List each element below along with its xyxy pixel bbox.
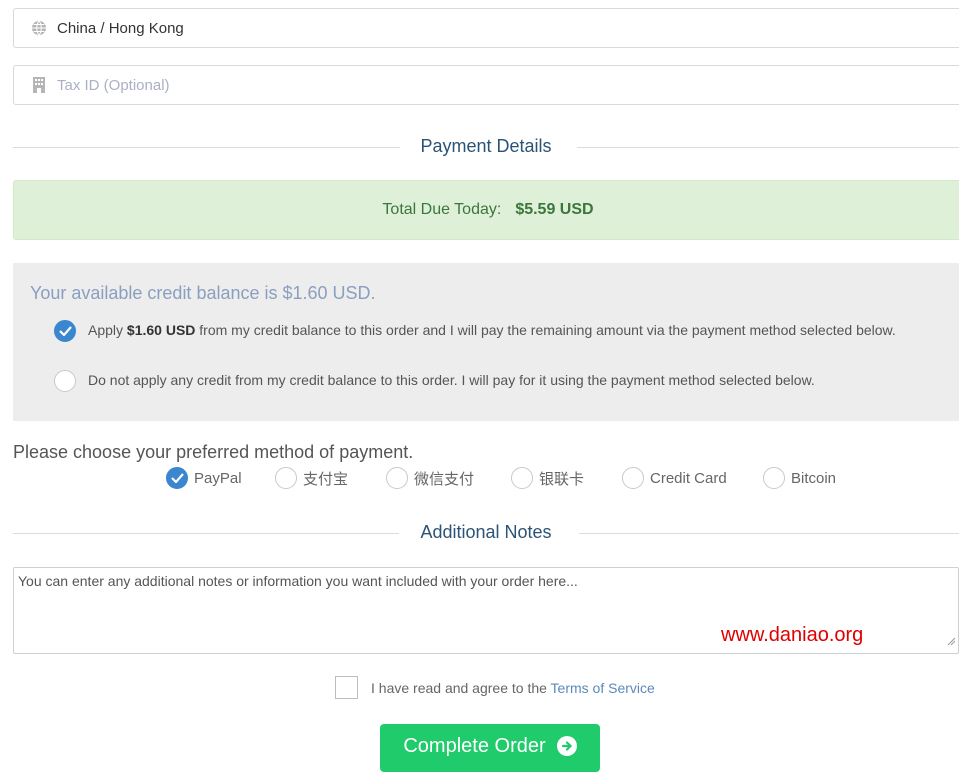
- unionpay-radio[interactable]: [511, 467, 533, 489]
- apply-credit-prefix: Apply: [88, 322, 127, 338]
- credit-balance-box: Your available credit balance is $1.60 U…: [13, 263, 959, 421]
- notes-placeholder: You can enter any additional notes or in…: [18, 573, 578, 589]
- credit-card-radio[interactable]: [622, 467, 644, 489]
- wechat-label: 微信支付: [414, 470, 475, 488]
- arrow-right-circle-icon: [556, 736, 577, 756]
- tos-prefix: I have read and agree to the: [371, 679, 551, 696]
- building-icon: [31, 77, 47, 93]
- payment-option-paypal[interactable]: PayPal: [166, 467, 242, 489]
- bitcoin-label: Bitcoin: [791, 469, 837, 487]
- unionpay-label: 银联卡: [539, 470, 585, 488]
- payment-details-title: Payment Details: [400, 136, 572, 156]
- paypal-radio[interactable]: [166, 467, 188, 489]
- resize-grip-icon[interactable]: [947, 633, 956, 651]
- no-credit-radio[interactable]: [54, 370, 76, 392]
- payment-details-divider: Payment Details: [13, 135, 959, 159]
- alipay-label: 支付宝: [303, 470, 349, 488]
- total-due-box: Total Due Today: $5.59 USD: [13, 180, 959, 240]
- complete-order-label: Complete Order: [403, 734, 546, 757]
- total-due-amount: $5.59 USD: [515, 201, 594, 218]
- apply-credit-label: Apply $1.60 USD from my credit balance t…: [53, 318, 923, 342]
- payment-method-label: Please choose your preferred method of p…: [13, 442, 414, 462]
- apply-credit-amount: $1.60 USD: [126, 322, 196, 338]
- credit-card-label: Credit Card: [650, 469, 727, 487]
- tos-label: I have read and agree to the Terms of Se…: [371, 680, 655, 696]
- tos-link[interactable]: Terms of Service: [551, 680, 655, 696]
- payment-option-alipay[interactable]: 支付宝: [275, 467, 348, 489]
- country-field[interactable]: China / Hong Kong: [13, 8, 959, 48]
- payment-option-credit-card[interactable]: Credit Card: [622, 467, 727, 489]
- tax-id-field[interactable]: Tax ID (Optional): [13, 65, 959, 105]
- country-value: China / Hong Kong: [57, 19, 184, 37]
- additional-notes-divider: Additional Notes: [13, 521, 959, 545]
- no-credit-label: Do not apply any credit from my credit b…: [88, 372, 815, 388]
- watermark-text: www.daniao.org: [721, 624, 864, 646]
- total-due-label: Total Due Today:: [382, 201, 502, 218]
- complete-order-button[interactable]: Complete Order: [380, 724, 600, 772]
- paypal-label: PayPal: [194, 469, 242, 487]
- credit-balance-heading: Your available credit balance is $1.60 U…: [30, 283, 376, 303]
- additional-notes-title: Additional Notes: [400, 522, 572, 542]
- tos-checkbox[interactable]: [335, 676, 358, 699]
- payment-option-bitcoin[interactable]: Bitcoin: [763, 467, 836, 489]
- bitcoin-radio[interactable]: [763, 467, 785, 489]
- alipay-radio[interactable]: [275, 467, 297, 489]
- wechat-radio[interactable]: [386, 467, 408, 489]
- globe-icon: [31, 20, 47, 36]
- payment-option-unionpay[interactable]: 银联卡: [511, 467, 584, 489]
- tos-agreement: I have read and agree to the Terms of Se…: [335, 676, 655, 699]
- tax-id-placeholder: Tax ID (Optional): [57, 76, 170, 94]
- apply-credit-suffix: from my credit balance to this order and…: [195, 322, 896, 338]
- payment-option-wechat[interactable]: 微信支付: [386, 467, 474, 489]
